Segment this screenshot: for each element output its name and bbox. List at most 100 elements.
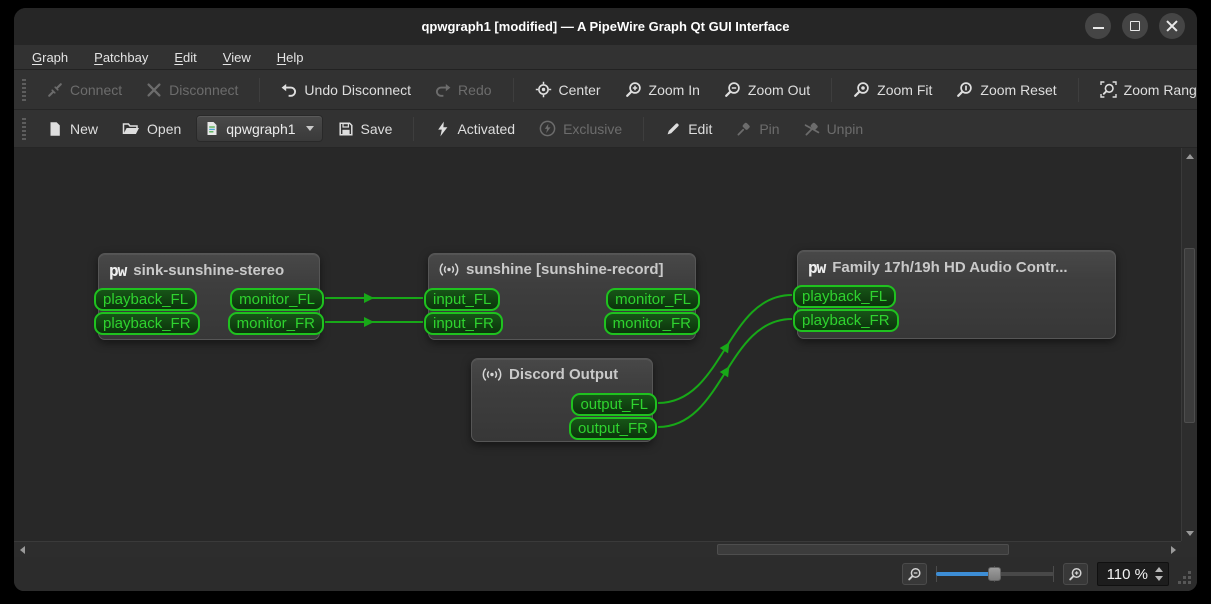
open-folder-icon: [122, 122, 140, 134]
scroll-down-button[interactable]: [1182, 525, 1197, 541]
redo-button[interactable]: Redo: [426, 76, 500, 104]
vertical-scrollbar-thumb[interactable]: [1184, 248, 1195, 423]
maximize-icon: [1130, 21, 1140, 31]
port-output-fr[interactable]: output_FR: [568, 417, 657, 440]
unpin-button[interactable]: Unpin: [795, 115, 873, 143]
stream-icon: [482, 368, 502, 381]
minimize-button[interactable]: [1085, 13, 1111, 39]
zoom-range-button[interactable]: Zoom Range: [1091, 76, 1197, 104]
edit-button[interactable]: Edit: [656, 115, 721, 143]
zoom-slider-fill: [935, 572, 994, 576]
disconnect-button[interactable]: Disconnect: [137, 76, 247, 104]
statusbar-zoom-out-button[interactable]: [901, 563, 927, 585]
zoom-value: 110 %: [1106, 565, 1148, 583]
activated-button[interactable]: Activated: [426, 115, 524, 143]
menu-help[interactable]: Help: [267, 48, 314, 67]
port-monitor-fr[interactable]: monitor_FR: [603, 312, 700, 335]
exclusive-button[interactable]: Exclusive: [530, 115, 631, 143]
port-monitor-fl[interactable]: monitor_FL: [230, 288, 324, 311]
scroll-up-button[interactable]: [1182, 148, 1197, 164]
toolbar-separator: [1077, 77, 1079, 102]
horizontal-scrollbar-track[interactable]: [30, 542, 1165, 557]
patchbay-profile-value: qpwgraph1: [226, 120, 296, 137]
menu-edit[interactable]: Edit: [164, 48, 206, 67]
patchbay-file-icon: [207, 122, 217, 135]
spin-down-icon[interactable]: [1155, 576, 1163, 581]
undo-disconnect-button[interactable]: Undo Disconnect: [272, 76, 420, 104]
port-input-fl[interactable]: input_FL: [424, 288, 501, 311]
node-discord-output[interactable]: Discord Output output_FL output_FR: [471, 358, 657, 442]
graph-canvas[interactable]: pw sink-sunshine-stereo playback_FL play…: [14, 148, 1197, 557]
statusbar-zoom-in-button[interactable]: [1062, 563, 1088, 585]
node-header: pw Family 17h/19h HD Audio Contr...: [798, 251, 1115, 284]
save-button[interactable]: Save: [329, 115, 402, 143]
minimize-icon: [1092, 27, 1104, 29]
center-icon: [535, 81, 551, 98]
statusbar: 110 %: [14, 557, 1197, 591]
new-button[interactable]: New: [38, 115, 107, 143]
arrow-right-icon: [1170, 546, 1176, 554]
port-playback-fl[interactable]: playback_FL: [94, 288, 198, 311]
zoom-spinbox[interactable]: 110 %: [1096, 562, 1169, 586]
arrow-up-icon: [1186, 153, 1194, 159]
save-label: Save: [360, 120, 393, 137]
undo-icon: [282, 83, 297, 97]
resize-grip[interactable]: [1188, 581, 1191, 584]
zoom-out-button[interactable]: Zoom Out: [715, 76, 819, 104]
connect-icon: [48, 82, 62, 97]
menu-patchbay[interactable]: Patchbay: [84, 48, 158, 67]
zoom-fit-button[interactable]: Zoom Fit: [844, 76, 941, 104]
toolbar-drag-handle[interactable]: [22, 117, 26, 140]
node-header: pw sink-sunshine-stereo: [99, 254, 319, 287]
zoom-range-label: Zoom Range: [1123, 81, 1197, 98]
port-playback-fl[interactable]: playback_FL: [793, 285, 897, 308]
menu-view[interactable]: View: [213, 48, 261, 67]
port-playback-fr[interactable]: playback_FR: [793, 309, 899, 332]
node-sunshine[interactable]: sunshine [sunshine-record] input_FL inpu…: [424, 253, 700, 340]
activated-label: Activated: [457, 120, 516, 137]
menubar: Graph Patchbay Edit View Help: [14, 45, 1197, 70]
scroll-left-button[interactable]: [14, 542, 30, 557]
zoom-in-button[interactable]: Zoom In: [616, 76, 709, 104]
exclusive-label: Exclusive: [563, 120, 623, 137]
toolbar-separator: [413, 116, 415, 141]
connect-button[interactable]: Connect: [38, 76, 131, 104]
new-label: New: [70, 120, 99, 137]
toolbar-separator: [259, 77, 261, 102]
pin-button[interactable]: Pin: [727, 115, 788, 143]
toolbar-drag-handle[interactable]: [22, 78, 26, 101]
node-title: Discord Output: [509, 366, 619, 383]
port-output-fl[interactable]: output_FL: [571, 393, 657, 416]
redo-label: Redo: [458, 81, 492, 98]
center-label: Center: [558, 81, 601, 98]
horizontal-scrollbar[interactable]: [14, 541, 1181, 557]
node-family-hd-audio[interactable]: pw Family 17h/19h HD Audio Contr... play…: [793, 250, 1116, 339]
port-playback-fr[interactable]: playback_FR: [94, 312, 200, 335]
zoom-out-label: Zoom Out: [747, 81, 811, 98]
arrow-down-icon: [1186, 530, 1194, 536]
menu-graph[interactable]: Graph: [22, 48, 78, 67]
open-button[interactable]: Open: [113, 115, 190, 143]
pipewire-icon: pw: [109, 261, 127, 280]
spin-up-icon[interactable]: [1155, 567, 1163, 572]
port-input-fr[interactable]: input_FR: [424, 312, 503, 335]
magnifier-plus-icon: [1068, 567, 1082, 580]
app-window: qpwgraph1 [modified] — A PipeWire Graph …: [14, 8, 1197, 591]
center-button[interactable]: Center: [526, 76, 610, 104]
maximize-button[interactable]: [1122, 13, 1148, 39]
connection-wires: [325, 293, 793, 428]
wire-arrow: [364, 293, 374, 303]
zoom-slider-handle[interactable]: [987, 567, 1001, 581]
close-button[interactable]: [1159, 13, 1185, 39]
patchbay-profile-combo[interactable]: qpwgraph1: [196, 115, 323, 142]
graph-toolbar: Connect Disconnect Undo Disconnect Redo …: [14, 70, 1197, 110]
vertical-scrollbar[interactable]: [1181, 148, 1197, 541]
zoom-reset-button[interactable]: Zoom Reset: [947, 76, 1065, 104]
node-sink-sunshine-stereo[interactable]: pw sink-sunshine-stereo playback_FL play…: [94, 253, 324, 340]
save-icon: [338, 121, 353, 136]
scroll-right-button[interactable]: [1165, 542, 1181, 557]
port-monitor-fl[interactable]: monitor_FL: [606, 288, 700, 311]
horizontal-scrollbar-thumb[interactable]: [717, 544, 1009, 555]
zoom-slider[interactable]: [935, 564, 1054, 584]
port-monitor-fr[interactable]: monitor_FR: [227, 312, 324, 335]
